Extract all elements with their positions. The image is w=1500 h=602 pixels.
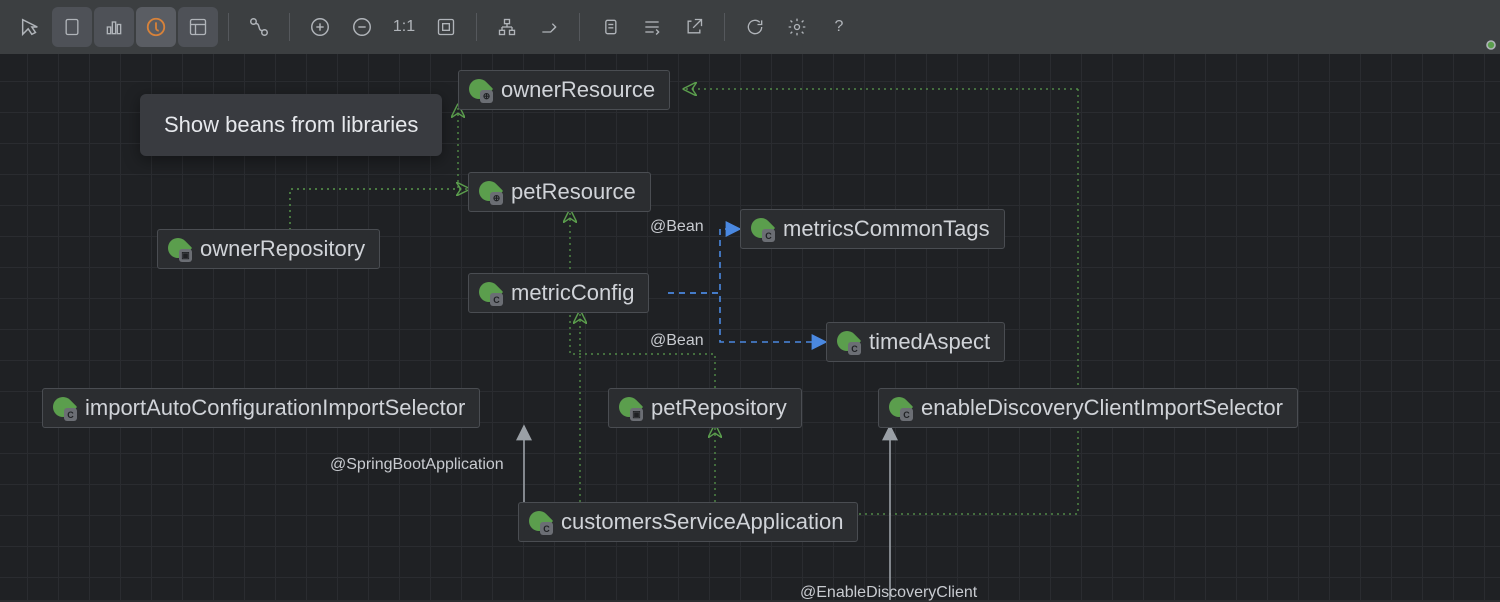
node-metricsCommonTags[interactable]: C metricsCommonTags: [740, 209, 1005, 249]
bean-icon: ▣: [619, 397, 641, 419]
separator: [228, 13, 229, 41]
separator: [724, 13, 725, 41]
edge-label: @EnableDiscoveryClient: [800, 584, 977, 602]
tooltip: Show beans from libraries: [140, 94, 442, 156]
document-icon[interactable]: [52, 7, 92, 47]
node-label: petResource: [511, 179, 636, 205]
layout-icon[interactable]: [178, 7, 218, 47]
help-icon[interactable]: ?: [819, 7, 859, 47]
settings-icon[interactable]: [777, 7, 817, 47]
node-petRepository[interactable]: ▣ petRepository: [608, 388, 802, 428]
node-label: enableDiscoveryClientImportSelector: [921, 395, 1283, 421]
node-petResource[interactable]: ⊕ petResource: [468, 172, 651, 212]
copy-icon[interactable]: [590, 7, 630, 47]
node-label: metricsCommonTags: [783, 216, 990, 242]
toolbar: 1:1 ?: [0, 0, 1500, 54]
path-icon[interactable]: [239, 7, 279, 47]
node-label: importAutoConfigurationImportSelector: [85, 395, 465, 421]
bean-icon: ▣: [168, 238, 190, 260]
chart-icon[interactable]: [94, 7, 134, 47]
node-ownerResource[interactable]: ⊕ ownerResource: [458, 70, 670, 110]
node-label: timedAspect: [869, 329, 990, 355]
node-enableDiscoveryClientImportSelector[interactable]: C enableDiscoveryClientImportSelector: [878, 388, 1298, 428]
bean-icon: C: [751, 218, 773, 240]
node-label: metricConfig: [511, 280, 634, 306]
bean-icon: C: [53, 397, 75, 419]
export-icon[interactable]: [674, 7, 714, 47]
bean-icon: C: [479, 282, 501, 304]
edge-label: @Bean: [650, 332, 704, 350]
separator: [289, 13, 290, 41]
zoom-actual-button[interactable]: 1:1: [384, 7, 424, 47]
node-label: customersServiceApplication: [561, 509, 843, 535]
node-importAutoConfigurationImportSelector[interactable]: C importAutoConfigurationImportSelector: [42, 388, 480, 428]
hierarchy-icon[interactable]: [487, 7, 527, 47]
libraries-icon[interactable]: [136, 7, 176, 47]
route-icon[interactable]: [529, 7, 569, 47]
node-timedAspect[interactable]: C timedAspect: [826, 322, 1005, 362]
bean-icon: C: [529, 511, 551, 533]
zoom-out-icon[interactable]: [342, 7, 382, 47]
select-tool-icon[interactable]: [10, 7, 50, 47]
node-label: ownerRepository: [200, 236, 365, 262]
bean-icon: ⊕: [479, 181, 501, 203]
separator: [579, 13, 580, 41]
node-customersServiceApplication[interactable]: C customersServiceApplication: [518, 502, 858, 542]
bean-icon: ⊕: [469, 79, 491, 101]
node-ownerRepository[interactable]: ▣ ownerRepository: [157, 229, 380, 269]
bean-icon: C: [889, 397, 911, 419]
node-label: ownerResource: [501, 77, 655, 103]
fit-screen-icon[interactable]: [426, 7, 466, 47]
edge-label: @SpringBootApplication: [330, 456, 504, 474]
refresh-icon[interactable]: [735, 7, 775, 47]
node-metricConfig[interactable]: C metricConfig: [468, 273, 649, 313]
zoom-in-icon[interactable]: [300, 7, 340, 47]
bean-icon: C: [837, 331, 859, 353]
edge-label: @Bean: [650, 218, 704, 236]
list-icon[interactable]: [632, 7, 672, 47]
node-label: petRepository: [651, 395, 787, 421]
separator: [476, 13, 477, 41]
